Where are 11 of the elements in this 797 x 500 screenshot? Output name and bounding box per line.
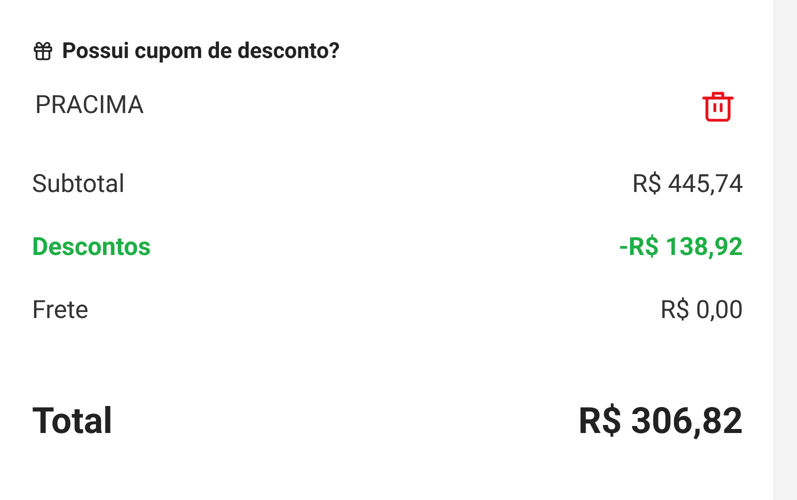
summary-value: R$ 445,74 [632, 169, 743, 202]
summary-value: -R$ 138,92 [618, 232, 743, 264]
summary-value: R$ 0,00 [660, 295, 743, 328]
summary-label: Descontos [32, 232, 151, 264]
gift-icon [32, 40, 54, 62]
coupon-code: PRACIMA [35, 90, 144, 122]
summary-label: Subtotal [32, 169, 125, 202]
coupon-title: Possui cupom de desconto? [62, 38, 340, 66]
summary-label: Frete [32, 295, 88, 328]
total-value: R$ 306,82 [578, 399, 743, 444]
total-label: Total [32, 399, 113, 444]
